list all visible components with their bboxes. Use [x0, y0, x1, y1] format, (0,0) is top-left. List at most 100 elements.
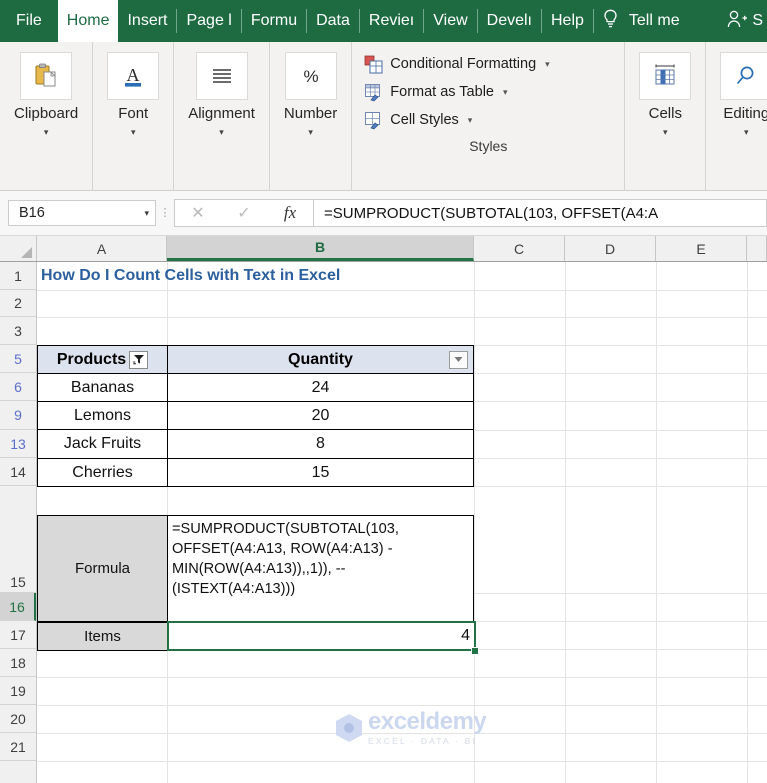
- chevron-down-icon[interactable]: ▾: [308, 127, 313, 138]
- formula-bar-grip[interactable]: ⋮: [156, 208, 174, 219]
- column-header-a[interactable]: A: [37, 236, 167, 261]
- row-header-1[interactable]: 1: [0, 262, 36, 290]
- chevron-down-icon[interactable]: ▾: [144, 208, 149, 219]
- tab-data[interactable]: Data: [307, 0, 359, 42]
- tab-page-layout-label: Page l: [186, 12, 232, 29]
- font-letter-a-icon[interactable]: A: [107, 52, 160, 100]
- column-header-f[interactable]: [747, 236, 767, 261]
- tell-me-label: Tell me: [628, 12, 680, 29]
- magnifier-icon[interactable]: [720, 52, 767, 100]
- align-lines-icon[interactable]: [195, 52, 248, 100]
- insert-cells-icon[interactable]: [639, 52, 692, 100]
- tab-review[interactable]: Revieı: [360, 0, 423, 42]
- cancel-icon[interactable]: ✕: [175, 203, 221, 223]
- fill-handle[interactable]: [471, 647, 479, 655]
- cell-a6-product[interactable]: Lemons: [37, 402, 168, 430]
- tell-me-box[interactable]: Tell me: [594, 0, 688, 42]
- tab-file[interactable]: File: [0, 0, 58, 42]
- row-header-17[interactable]: 17: [0, 621, 36, 649]
- cell-a16-items-label[interactable]: Items: [37, 622, 168, 651]
- formula-input[interactable]: =SUMPRODUCT(SUBTOTAL(103, OFFSET(A4:A: [313, 199, 767, 227]
- row-header-14[interactable]: 14: [0, 458, 36, 486]
- cell-a15-formula-label[interactable]: Formula: [37, 515, 168, 622]
- tab-home-label: Home: [66, 12, 110, 29]
- cell-b9-quantity[interactable]: 8: [168, 430, 474, 459]
- row-header-3[interactable]: 3: [0, 317, 36, 345]
- ribbon-group-number[interactable]: % Number ▾: [268, 42, 351, 190]
- tab-view[interactable]: View: [424, 0, 476, 42]
- tab-developer[interactable]: Develı: [478, 0, 541, 42]
- ribbon-tab-strip: File Home Insert Page l Formu Data Revie…: [0, 0, 767, 42]
- column-header-c[interactable]: C: [474, 236, 565, 261]
- row-header-16[interactable]: 16: [0, 593, 36, 621]
- cell-b13-quantity[interactable]: 15: [168, 459, 474, 487]
- row-header-13[interactable]: 13: [0, 430, 36, 458]
- svg-text:%: %: [303, 67, 318, 86]
- cell-styles-button[interactable]: Cell Styles ▾: [364, 106, 472, 134]
- account-area[interactable]: S: [722, 0, 767, 42]
- tab-help[interactable]: Help: [542, 0, 593, 42]
- chevron-down-icon[interactable]: ▾: [744, 127, 749, 138]
- clipboard-icon[interactable]: [20, 52, 73, 100]
- cell-b15-formula-text[interactable]: =SUMPRODUCT(SUBTOTAL(103, OFFSET(A4:A13,…: [168, 515, 474, 622]
- exceldemy-watermark: exceldemy EXCEL · DATA · BI: [336, 707, 511, 749]
- row-header-15[interactable]: 15: [0, 486, 36, 593]
- column-header-d[interactable]: D: [565, 236, 656, 261]
- chevron-down-icon[interactable]: ▾: [219, 127, 224, 138]
- formula-bar: B16 ▾ ⋮ ✕ ✓ fx =SUMPRODUCT(SUBTOTAL(103,…: [0, 191, 767, 236]
- chevron-down-icon[interactable]: ▾: [468, 115, 473, 126]
- person-add-icon: [726, 9, 748, 34]
- tab-data-label: Data: [316, 12, 350, 29]
- chevron-down-icon[interactable]: ▾: [663, 127, 668, 138]
- dropdown-arrow-icon[interactable]: [449, 350, 468, 369]
- ribbon-group-cells[interactable]: Cells ▾: [624, 42, 705, 190]
- cell-a13-product[interactable]: Cherries: [37, 459, 168, 487]
- cell-b16-items-value[interactable]: 4: [167, 621, 476, 651]
- cell-a9-product[interactable]: Jack Fruits: [37, 430, 168, 459]
- gridline: [37, 761, 767, 762]
- cell-a5-product[interactable]: Bananas: [37, 374, 168, 402]
- tab-file-label: File: [16, 12, 42, 29]
- percent-icon[interactable]: %: [284, 52, 337, 100]
- svg-text:A: A: [127, 65, 140, 85]
- row-header-9[interactable]: 9: [0, 401, 36, 430]
- ribbon-group-editing[interactable]: Editing ▾: [705, 42, 767, 190]
- cell-b5-quantity[interactable]: 24: [168, 374, 474, 402]
- row-header-21[interactable]: 21: [0, 733, 36, 761]
- chevron-down-icon[interactable]: ▾: [545, 59, 550, 70]
- cell-a1-title[interactable]: How Do I Count Cells with Text in Excel: [37, 262, 467, 290]
- cell-a3-products-header[interactable]: Products: [37, 345, 168, 374]
- row-header-5[interactable]: 5: [0, 345, 36, 373]
- row-header-19[interactable]: 19: [0, 677, 36, 705]
- row-header-20[interactable]: 20: [0, 705, 36, 733]
- watermark-tagline: EXCEL · DATA · BI: [368, 736, 478, 747]
- ribbon-group-clipboard[interactable]: Clipboard ▾: [0, 42, 92, 190]
- filter-active-icon[interactable]: [129, 350, 149, 369]
- cell-b3-quantity-header[interactable]: Quantity: [168, 345, 474, 374]
- cell-styles-icon: [364, 111, 383, 130]
- chevron-down-icon[interactable]: ▾: [44, 127, 49, 138]
- gridline: [37, 290, 767, 291]
- tab-review-label: Revieı: [368, 12, 415, 29]
- select-all-corner[interactable]: [0, 236, 37, 261]
- ribbon-group-cells-label: Cells: [648, 105, 682, 122]
- tab-insert[interactable]: Insert: [118, 0, 176, 42]
- chevron-down-icon[interactable]: ▾: [131, 127, 136, 138]
- tab-home[interactable]: Home: [57, 0, 119, 42]
- ribbon-group-alignment[interactable]: Alignment ▾: [173, 42, 269, 190]
- conditional-formatting-button[interactable]: Conditional Formatting ▾: [364, 50, 550, 78]
- insert-function-icon[interactable]: fx: [267, 203, 313, 223]
- column-header-b[interactable]: B: [167, 236, 474, 261]
- row-header-6[interactable]: 6: [0, 373, 36, 401]
- format-as-table-button[interactable]: Format as Table ▾: [364, 78, 508, 106]
- row-header-18[interactable]: 18: [0, 649, 36, 677]
- tab-page-layout[interactable]: Page l: [177, 0, 240, 42]
- column-header-e[interactable]: E: [656, 236, 747, 261]
- chevron-down-icon[interactable]: ▾: [503, 87, 508, 98]
- tab-formulas[interactable]: Formu: [242, 0, 306, 42]
- cell-b6-quantity[interactable]: 20: [168, 402, 474, 430]
- ribbon-group-font[interactable]: A Font ▾: [92, 42, 173, 190]
- name-box[interactable]: B16 ▾: [8, 200, 156, 226]
- enter-icon[interactable]: ✓: [221, 203, 267, 223]
- row-header-2[interactable]: 2: [0, 290, 36, 317]
